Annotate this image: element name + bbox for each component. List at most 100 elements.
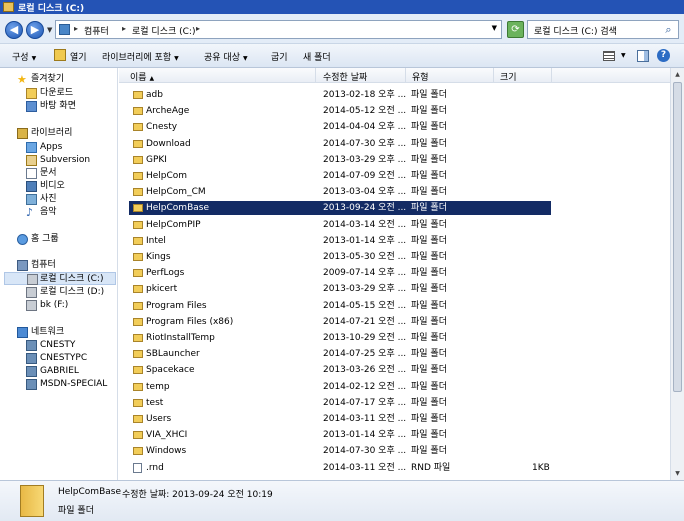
recent-pages-dropdown[interactable]: ▼ xyxy=(47,26,52,34)
details-pane: HelpComBase 수정한 날짜: 2013-09-24 오전 10:19 … xyxy=(0,480,684,521)
star-icon: ★ xyxy=(17,73,27,86)
search-input[interactable]: 로컬 디스크 (C:) 검색 ⌕ xyxy=(527,20,679,39)
table-row[interactable]: HelpCom_CM 2013-03-04 오후 ... 파일 폴더 xyxy=(129,185,551,199)
table-row[interactable]: Spacekace 2013-03-26 오전 ... 파일 폴더 xyxy=(129,363,551,377)
folder-icon xyxy=(133,155,143,164)
column-divider[interactable] xyxy=(551,68,552,83)
file-type-cell: 파일 폴더 xyxy=(411,138,447,149)
column-header-name[interactable]: 이름 ▲ xyxy=(130,70,154,83)
chevron-down-icon: ▼ xyxy=(242,55,248,62)
table-row[interactable]: HelpComBase 2013-09-24 오전 ... 파일 폴더 xyxy=(129,201,551,216)
table-row[interactable]: Program Files 2014-05-15 오전 ... 파일 폴더 xyxy=(129,299,551,313)
desktop-icon xyxy=(26,101,37,112)
file-type-cell: 파일 폴더 xyxy=(411,365,447,376)
table-row[interactable]: adb 2013-02-18 오후 ... 파일 폴더 xyxy=(129,88,551,102)
file-type-cell: 파일 폴더 xyxy=(411,171,447,181)
nav-label: bk (F:) xyxy=(40,300,69,310)
file-name-cell: PerfLogs xyxy=(146,268,185,279)
nav-label: 음악 xyxy=(40,207,57,217)
share-button[interactable]: 공유 대상 ▼ xyxy=(204,50,248,63)
column-header-size[interactable]: 크기 xyxy=(500,70,517,83)
breadcrumb-separator-icon[interactable]: ▸ xyxy=(122,24,126,33)
folder-icon xyxy=(133,172,143,180)
drive-icon xyxy=(26,287,37,298)
help-icon[interactable]: ? xyxy=(657,49,670,62)
table-row[interactable]: RiotInstallTemp 2013-10-29 오전 ... 파일 폴더 xyxy=(129,331,551,345)
scroll-up-icon[interactable]: ▲ xyxy=(672,69,683,80)
table-row[interactable]: Download 2014-07-30 오후 ... 파일 폴더 xyxy=(129,137,551,151)
column-label: 이름 xyxy=(130,73,147,83)
table-row[interactable]: .rnd 2014-03-11 오전 ... RND 파일 1KB xyxy=(129,461,551,475)
folder-icon xyxy=(133,236,143,245)
music-icon: ♪ xyxy=(26,206,34,219)
refresh-button[interactable]: ⟳ xyxy=(507,21,524,38)
file-type-cell: 파일 폴더 xyxy=(411,446,447,457)
nav-label: 로컬 디스크 (D:) xyxy=(40,287,105,297)
table-row[interactable]: Intel 2013-01-14 오후 ... 파일 폴더 xyxy=(129,234,551,248)
back-button[interactable]: ◀ xyxy=(5,21,23,39)
folder-icon xyxy=(20,485,44,517)
table-row[interactable]: ArcheAge 2014-05-12 오전 ... 파일 폴더 xyxy=(129,104,551,118)
table-row[interactable]: VIA_XHCI 2013-01-14 오후 ... 파일 폴더 xyxy=(129,428,551,442)
file-date-cell: 2013-01-14 오후 ... xyxy=(323,235,407,246)
address-field[interactable]: ▸ 컴퓨터 ▸ 로컬 디스크 (C:) ▸ ▼ xyxy=(55,20,502,39)
table-row[interactable]: temp 2014-02-12 오전 ... 파일 폴더 xyxy=(129,380,551,394)
search-icon[interactable]: ⌕ xyxy=(662,23,675,36)
column-header-type[interactable]: 유형 xyxy=(412,70,429,83)
file-name-cell: RiotInstallTemp xyxy=(146,333,215,343)
address-dropdown-icon[interactable]: ▼ xyxy=(492,24,497,32)
nav-label: MSDN-SPECIAL xyxy=(40,379,108,389)
organize-button[interactable]: 구성 ▼ xyxy=(12,50,36,63)
table-row[interactable]: Program Files (x86) 2014-07-21 오전 ... 파일 폴… xyxy=(129,315,551,329)
drive-icon xyxy=(26,300,37,311)
file-type-cell: 파일 폴더 xyxy=(411,414,447,424)
column-divider[interactable] xyxy=(315,68,316,83)
breadcrumb-separator-icon[interactable]: ▸ xyxy=(74,24,78,33)
nav-label: CNESTY xyxy=(40,340,76,350)
file-name-cell: HelpComBase xyxy=(146,203,209,214)
open-button[interactable]: 열기 xyxy=(70,50,87,63)
table-row[interactable]: pkicert 2013-03-29 오후 ... 파일 폴더 xyxy=(129,282,551,296)
file-date-cell: 2014-03-11 오전 ... xyxy=(323,462,407,473)
breadcrumb-separator-icon[interactable]: ▸ xyxy=(196,24,200,33)
file-name-cell: Spacekace xyxy=(146,365,195,376)
view-dropdown-icon[interactable]: ▼ xyxy=(621,52,626,59)
file-type-cell: 파일 폴더 xyxy=(411,349,447,360)
column-divider[interactable] xyxy=(405,68,406,83)
new-folder-button[interactable]: 새 폴더 xyxy=(303,50,331,63)
table-row[interactable]: Kings 2013-05-30 오전 ... 파일 폴더 xyxy=(129,250,551,264)
table-row[interactable]: test 2014-07-17 오후 ... 파일 폴더 xyxy=(129,396,551,410)
include-library-button[interactable]: 라이브러리에 포함 ▼ xyxy=(102,50,179,63)
table-row[interactable]: SBLauncher 2014-07-25 오후 ... 파일 폴더 xyxy=(129,347,551,361)
file-date-cell: 2013-03-04 오후 ... xyxy=(323,187,407,198)
file-name-cell: GPKI xyxy=(146,154,167,165)
forward-button[interactable]: ▶ xyxy=(26,21,44,39)
nav-item-local-disk-c[interactable]: 로컬 디스크 (C:) xyxy=(4,272,116,285)
view-icon[interactable] xyxy=(603,51,615,61)
preview-pane-icon[interactable] xyxy=(637,50,649,62)
breadcrumb-computer[interactable]: 컴퓨터 xyxy=(84,24,109,37)
folder-icon xyxy=(133,398,143,407)
drive-icon xyxy=(27,274,38,285)
network-computer-icon xyxy=(26,353,37,364)
table-row[interactable]: HelpComPIP 2014-03-14 오전 ... 파일 폴더 xyxy=(129,218,551,232)
file-date-cell: 2014-07-21 오전 ... xyxy=(323,316,407,327)
column-divider[interactable] xyxy=(493,68,494,83)
table-row[interactable]: Cnesty 2014-04-04 오후 ... 파일 폴더 xyxy=(129,120,551,134)
scroll-down-icon[interactable]: ▼ xyxy=(672,468,683,479)
table-row[interactable]: GPKI 2013-03-29 오후 ... 파일 폴더 xyxy=(129,153,551,167)
table-row[interactable]: HelpCom 2014-07-09 오전 ... 파일 폴더 xyxy=(129,169,551,183)
breadcrumb-local-disk[interactable]: 로컬 디스크 (C:) xyxy=(132,24,195,37)
file-type-cell: 파일 폴더 xyxy=(411,300,447,311)
table-row[interactable]: Windows 2014-07-30 오후 ... 파일 폴더 xyxy=(129,444,551,458)
column-header-date[interactable]: 수정한 날짜 xyxy=(323,70,367,83)
folder-icon xyxy=(133,317,143,326)
scroll-thumb[interactable] xyxy=(673,82,682,392)
table-row[interactable]: Users 2014-03-11 오전 ... 파일 폴더 xyxy=(129,412,551,426)
file-date-cell: 2014-07-30 오후 ... xyxy=(323,138,407,149)
vertical-scrollbar[interactable]: ▲ ▼ xyxy=(670,68,684,480)
file-name-cell: temp xyxy=(146,381,170,392)
table-row[interactable]: PerfLogs 2009-07-14 오후 ... 파일 폴더 xyxy=(129,266,551,280)
file-name-cell: .rnd xyxy=(146,462,164,473)
burn-button[interactable]: 굽기 xyxy=(271,50,288,63)
